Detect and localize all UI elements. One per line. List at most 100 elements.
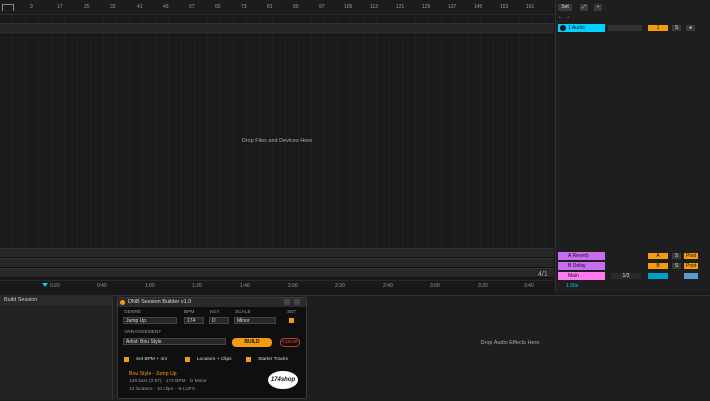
ruler-tick: 57	[189, 4, 195, 10]
time-tick: 1:00	[145, 283, 155, 289]
starter-tracks-label: Starter Tracks	[258, 357, 288, 362]
track-name: A Reverb	[568, 253, 589, 259]
key-label: KEY	[210, 310, 220, 315]
ruler-tick: 153	[500, 4, 509, 10]
drop-effects-hint: Drop Audio Effects Here	[480, 340, 540, 346]
arrangement-view[interactable]	[0, 15, 554, 278]
track-number[interactable]: 1	[648, 25, 668, 31]
device-title: DNB Session Builder v1.0	[128, 299, 192, 305]
solo-button[interactable]: S	[672, 253, 681, 259]
ruler-tick: 25	[84, 4, 90, 10]
drop-files-hint: Drop Files and Devices Here	[241, 138, 313, 144]
playhead-marker[interactable]	[42, 283, 48, 287]
key-select[interactable]: D	[209, 317, 229, 324]
main-pan-slot[interactable]	[684, 273, 698, 279]
time-tick: 1:40	[240, 283, 250, 289]
bar-counter: 4/1	[538, 271, 548, 278]
set-checkbox[interactable]	[289, 318, 294, 323]
ruler-tick: 65	[215, 4, 221, 10]
bar-ruler[interactable]: 9 17 25 33 41 49 57 65 73 81 89 97 105 1…	[0, 0, 554, 20]
ruler-tick: 105	[344, 4, 353, 10]
arrangement-select[interactable]: Artist: Bou Style	[123, 338, 226, 345]
solo-button[interactable]: S	[672, 25, 681, 31]
scale-select[interactable]: Minor	[234, 317, 276, 324]
summary-title: Bou Style - Jump Up	[129, 371, 177, 377]
post-button[interactable]: Post	[684, 253, 698, 259]
clear-button[interactable]: CLEAR	[280, 338, 300, 347]
genre-label: GENRE	[124, 310, 142, 315]
time-tick: 0:20	[50, 283, 60, 289]
set-label: SET	[287, 310, 297, 315]
return-track-lane-a[interactable]	[0, 248, 554, 258]
build-button[interactable]: BUILD	[232, 338, 272, 347]
scale-label: SCALE	[235, 310, 251, 315]
locators-checkbox[interactable]	[185, 357, 190, 362]
bpm-field[interactable]: 174	[184, 317, 204, 324]
summary-line-2: 13 locators · 10 clips · -8 LUFS	[129, 387, 196, 392]
expand-icon[interactable]: ⤢	[580, 4, 588, 11]
ruler-tick: 41	[137, 4, 143, 10]
build-session-panel[interactable]: Build Session	[0, 295, 113, 400]
zoom-level[interactable]: 1.00x	[566, 283, 578, 289]
audio-track-lane[interactable]	[0, 23, 554, 35]
track-name: Main	[568, 273, 579, 279]
track-header-reverb[interactable]: A Reverb	[558, 252, 605, 260]
return-letter[interactable]: B	[648, 263, 668, 269]
time-tick: 2:40	[383, 283, 393, 289]
time-tick: 1:20	[192, 283, 202, 289]
ruler-tick: 73	[241, 4, 247, 10]
build-session-title: Build Session	[0, 295, 112, 305]
time-tick: 2:20	[335, 283, 345, 289]
starter-tracks-checkbox[interactable]	[246, 357, 251, 362]
record-arm-icon[interactable]: ●	[686, 25, 695, 31]
arrow-left-icon[interactable]: ←	[558, 14, 564, 20]
device-power-icon[interactable]	[120, 300, 125, 305]
post-button[interactable]: Post	[684, 263, 698, 269]
time-tick: 3:40	[524, 283, 534, 289]
solo-button[interactable]: S	[672, 263, 681, 269]
ruler-tick: 49	[163, 4, 169, 10]
time-tick: 2:00	[288, 283, 298, 289]
ruler-tick: 97	[319, 4, 325, 10]
track-input-slot[interactable]	[608, 25, 642, 31]
locators-label: Locators + Clips	[197, 357, 232, 362]
device-collapse-icon[interactable]	[294, 299, 300, 305]
ruler-tick: 89	[293, 4, 299, 10]
track-header-delay[interactable]: B Delay	[558, 262, 605, 270]
time-tick: 3:00	[430, 283, 440, 289]
device-title-bar[interactable]: DNB Session Builder v1.0	[118, 298, 306, 307]
dnb-session-builder-device[interactable]: DNB Session Builder v1.0 GENRE Jump Up B…	[117, 297, 307, 399]
track-header-panel: Set ⤢ ▪ ← → 1 Audio 1 S ● A Reverb A S P…	[555, 0, 710, 292]
main-output-select[interactable]: 1/3	[611, 273, 641, 279]
genre-select[interactable]: Jump Up	[123, 317, 177, 324]
ruler-tick: 81	[267, 4, 273, 10]
ruler-tick: 17	[57, 4, 63, 10]
track-activator-icon[interactable]	[560, 25, 566, 31]
time-tick: 0:40	[97, 283, 107, 289]
ruler-tick: 161	[526, 4, 535, 10]
ruler-tick: 9	[30, 4, 33, 10]
arrow-right-icon[interactable]: →	[565, 14, 571, 20]
lock-icon[interactable]: ▪	[594, 4, 602, 11]
set-button[interactable]: Set	[558, 4, 572, 11]
ruler-tick: 33	[110, 4, 116, 10]
time-ruler[interactable]: 0:20 0:40 1:00 1:20 1:40 2:00 2:20 2:40 …	[0, 280, 554, 293]
174shop-logo: 174shop	[268, 371, 298, 389]
set-bpm-checkbox[interactable]	[124, 357, 129, 362]
track-name: B Delay	[568, 263, 586, 269]
loop-brace-icon	[2, 4, 14, 11]
return-letter[interactable]: A	[648, 253, 668, 259]
arrangement-label: ARRANGEMENT	[124, 330, 162, 335]
ruler-tick: 145	[474, 4, 483, 10]
set-bpm-label: Set BPM + 4/4	[136, 357, 168, 362]
return-track-lane-b[interactable]	[0, 258, 554, 268]
time-tick: 3:20	[478, 283, 488, 289]
device-menu-icon[interactable]	[284, 299, 290, 305]
main-track-lane[interactable]	[0, 268, 554, 278]
track-header-audio[interactable]: 1 Audio	[558, 24, 605, 32]
main-volume-slot[interactable]	[648, 273, 668, 279]
track-name: 1 Audio	[568, 25, 585, 31]
ruler-tick: 137	[448, 4, 457, 10]
ruler-tick: 113	[370, 4, 378, 10]
track-header-main[interactable]: Main	[558, 272, 605, 280]
